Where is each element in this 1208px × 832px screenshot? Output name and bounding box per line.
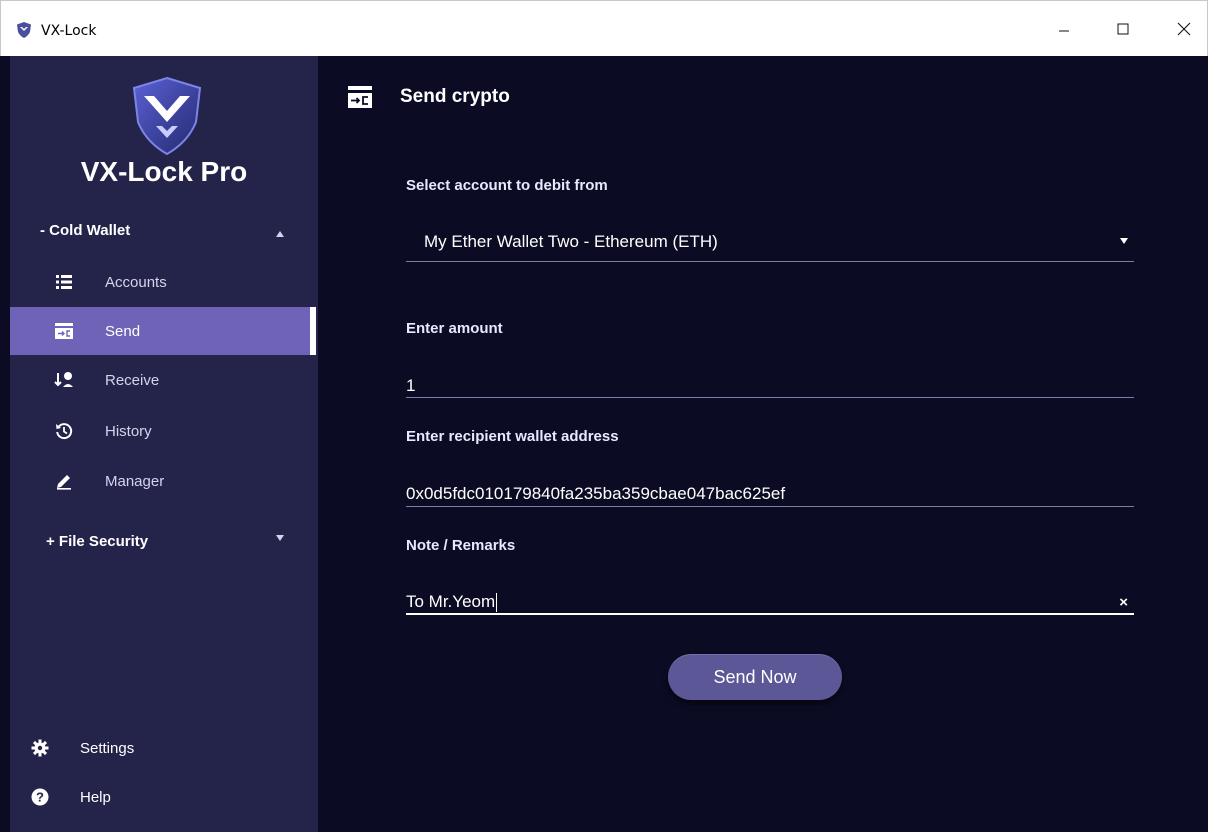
- sidebar-item-label: Manager: [105, 472, 165, 490]
- address-input[interactable]: 0x0d5fdc010179840fa235ba359cbae047bac625…: [406, 476, 1134, 507]
- pencil-icon: [54, 471, 74, 491]
- clear-icon[interactable]: ×: [1119, 594, 1128, 611]
- send-icon: [348, 86, 372, 108]
- sidebar-item-accounts[interactable]: Accounts: [10, 258, 316, 306]
- brand-title: VX-Lock Pro: [80, 156, 248, 187]
- address-value: 0x0d5fdc010179840fa235ba359cbae047bac625…: [406, 484, 786, 503]
- chevron-up-icon[interactable]: [276, 230, 284, 238]
- amount-label: Enter amount: [406, 320, 503, 337]
- maximize-icon: [1117, 23, 1129, 35]
- group-cold-wallet[interactable]: - Cold Wallet: [40, 222, 130, 239]
- close-button[interactable]: [1161, 11, 1207, 47]
- title-bar: VX-Lock: [0, 0, 1208, 56]
- sidebar-item-manager[interactable]: Manager: [10, 457, 316, 505]
- sidebar-item-settings[interactable]: Settings: [10, 728, 318, 768]
- help-icon: ?: [30, 787, 50, 807]
- gear-icon: [30, 738, 50, 758]
- chevron-down-icon: [1120, 238, 1128, 244]
- group-file-security[interactable]: + File Security: [46, 533, 148, 550]
- note-input[interactable]: To Mr.Yeom ×: [406, 584, 1134, 615]
- account-selected-value: My Ether Wallet Two - Ethereum (ETH): [424, 232, 718, 251]
- close-icon: [1177, 22, 1191, 36]
- account-label: Select account to debit from: [406, 177, 608, 194]
- sidebar-item-send[interactable]: Send: [10, 307, 316, 355]
- send-icon: [54, 321, 74, 341]
- note-label: Note / Remarks: [406, 537, 516, 554]
- sidebar-item-history[interactable]: History: [10, 407, 316, 455]
- page-title: Send crypto: [400, 86, 510, 107]
- sidebar-item-label: Send: [105, 322, 141, 340]
- list-icon: [54, 272, 74, 292]
- minimize-button[interactable]: [1041, 11, 1087, 47]
- receive-icon: [54, 370, 74, 390]
- sidebar-item-receive[interactable]: Receive: [10, 356, 316, 404]
- sidebar: VX-Lock Pro - Cold Wallet Accounts Send …: [10, 56, 318, 832]
- main-panel: Send crypto Select account to debit from…: [318, 56, 1208, 832]
- sidebar-item-label: Accounts: [105, 273, 167, 291]
- note-value: To Mr.Yeom: [406, 592, 498, 613]
- chevron-down-icon[interactable]: [276, 534, 284, 542]
- maximize-button[interactable]: [1100, 11, 1146, 47]
- sidebar-item-label: Receive: [105, 371, 160, 389]
- amount-value: 1: [406, 376, 416, 395]
- send-now-button[interactable]: Send Now: [668, 654, 842, 700]
- svg-text:?: ?: [36, 790, 44, 805]
- sidebar-item-label: History: [105, 422, 152, 440]
- shield-logo-icon: [132, 76, 202, 156]
- minimize-icon: [1059, 30, 1069, 32]
- history-icon: [54, 421, 74, 441]
- shield-logo-icon: [17, 22, 31, 38]
- account-select[interactable]: My Ether Wallet Two - Ethereum (ETH): [406, 216, 1134, 262]
- page-header: Send crypto: [348, 86, 510, 108]
- sidebar-item-label: Help: [80, 788, 111, 806]
- amount-input[interactable]: 1: [406, 366, 1134, 398]
- sidebar-item-help[interactable]: ? Help: [10, 777, 318, 817]
- sidebar-item-label: Settings: [80, 739, 135, 757]
- window-title: VX-Lock: [41, 23, 97, 39]
- address-label: Enter recipient wallet address: [406, 428, 619, 445]
